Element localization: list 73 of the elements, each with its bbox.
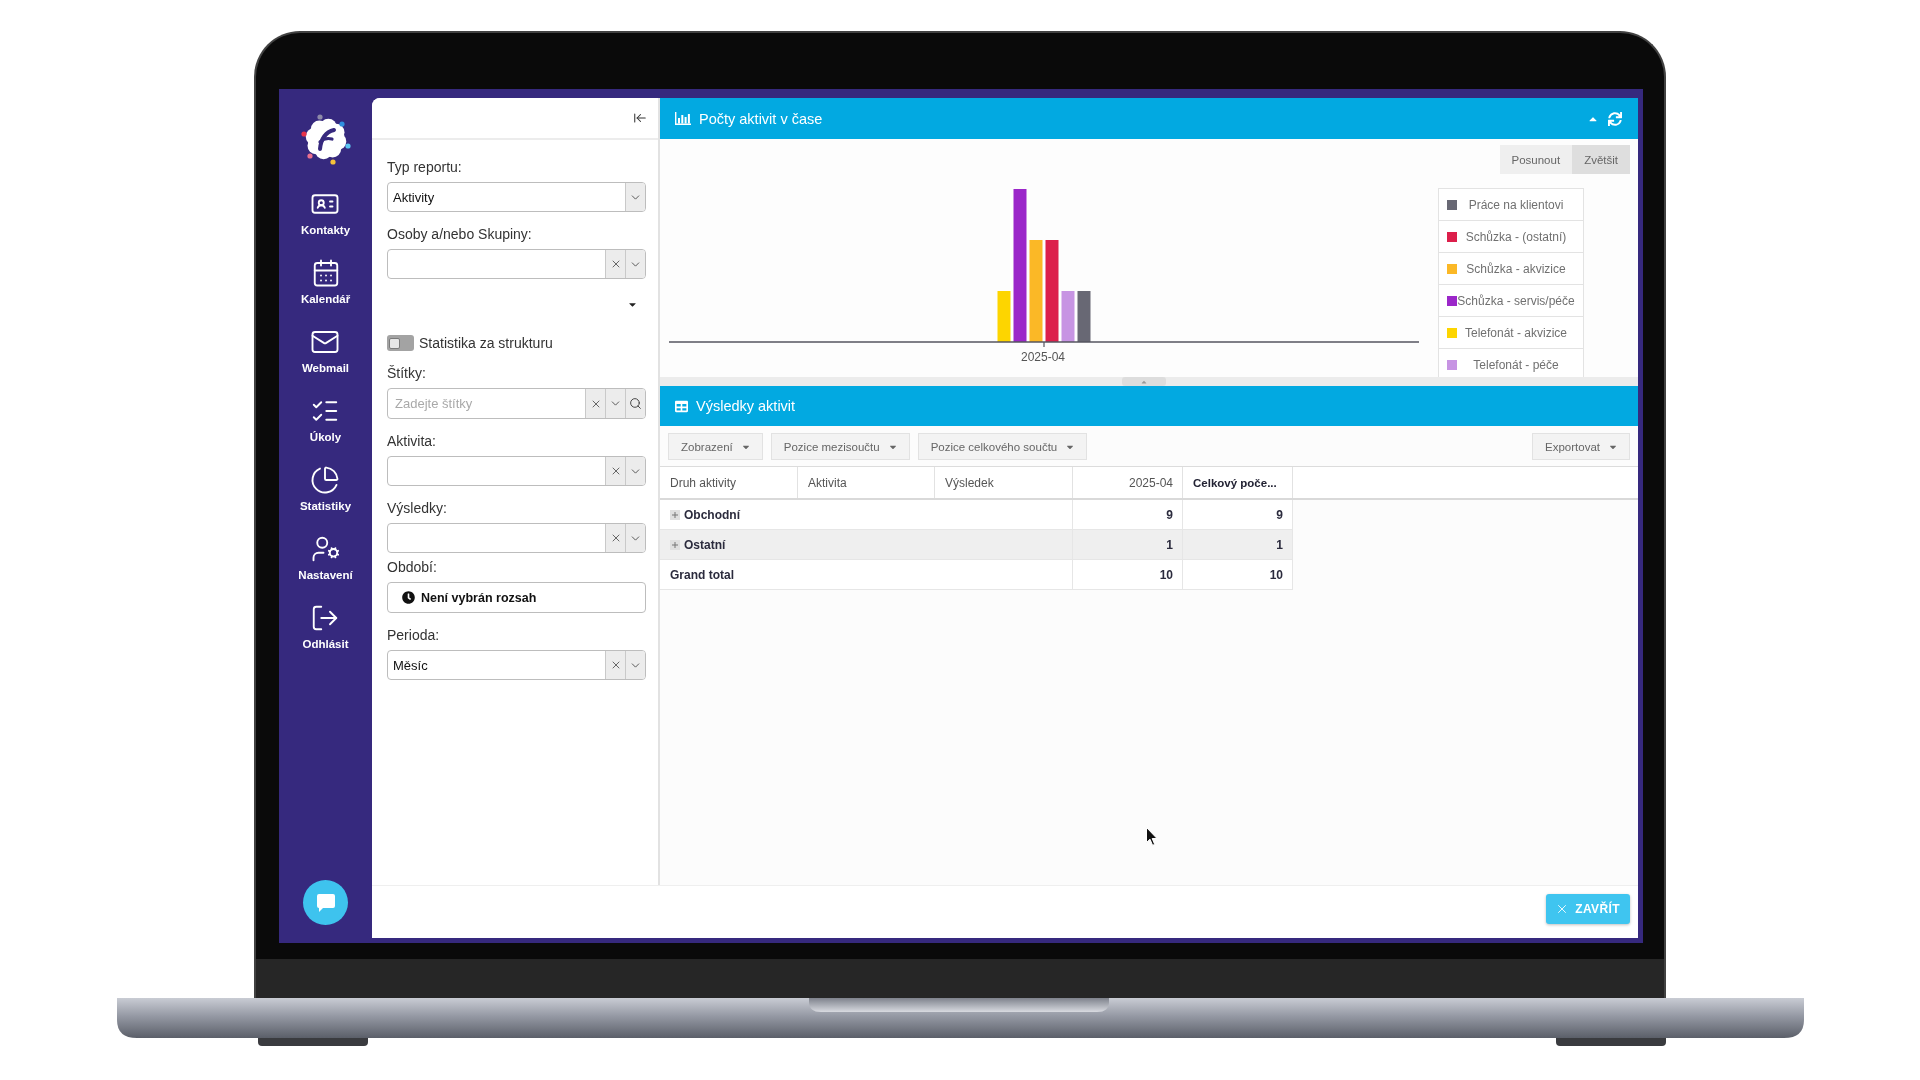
- clock-icon: [402, 591, 415, 604]
- speech-bubble-icon: [315, 892, 336, 913]
- column-header: Výsledek: [935, 467, 1073, 498]
- clear-button[interactable]: [605, 457, 625, 485]
- select-field[interactable]: [387, 249, 646, 279]
- field-label: Perioda:: [387, 627, 440, 643]
- select-field[interactable]: [387, 456, 646, 486]
- field-label: Štítky:: [387, 365, 426, 381]
- sidebar-item[interactable]: Odhlásit: [302, 603, 349, 651]
- clear-button[interactable]: [605, 651, 625, 679]
- plus-square-icon[interactable]: [670, 539, 680, 550]
- dropdown-button[interactable]: Zobrazení: [668, 433, 763, 460]
- field-label: Osoby a/nebo Skupiny:: [387, 226, 532, 242]
- dropdown-button[interactable]: Pozice celkového součtu: [917, 433, 1088, 460]
- sidebar-item[interactable]: Kontakty: [300, 189, 351, 237]
- panel-title: Výsledky aktivit: [696, 398, 796, 414]
- mode-button[interactable]: Zvětšit: [1572, 145, 1630, 174]
- dropdown-button[interactable]: [625, 457, 645, 485]
- sidebar-item[interactable]: Statistiky: [299, 465, 352, 513]
- user-gear-icon: [310, 534, 341, 564]
- table-icon: [675, 399, 688, 413]
- pie-chart-icon: [310, 465, 341, 495]
- panel-title: Počty aktivit v čase: [699, 110, 823, 127]
- field-label: Období:: [387, 559, 437, 575]
- column-header: 2025-04: [1073, 467, 1183, 498]
- field-label: Výsledky:: [387, 500, 447, 516]
- arrow-left-bar-icon[interactable]: [633, 111, 647, 125]
- field-label: Typ reportu:: [387, 159, 462, 175]
- dropdown-button[interactable]: [625, 651, 645, 679]
- mode-button[interactable]: Posunout: [1499, 145, 1573, 174]
- dropdown-button[interactable]: [625, 250, 645, 278]
- date-range-button[interactable]: Není vybrán rozsah: [387, 582, 646, 613]
- select-field[interactable]: Aktivity: [387, 182, 646, 212]
- table-cell: 10: [1073, 560, 1183, 590]
- legend-item[interactable]: Telefonát - akvizice: [1439, 317, 1583, 349]
- dropdown-button[interactable]: [625, 524, 645, 552]
- legend-item[interactable]: Schůzka - servis/péče: [1439, 285, 1583, 317]
- export-button[interactable]: Exportovat: [1532, 433, 1630, 460]
- resize-handle[interactable]: [1122, 377, 1166, 386]
- row-label: Obchodní: [684, 507, 740, 522]
- clear-button[interactable]: [585, 389, 605, 418]
- sidebar-item[interactable]: Webmail: [301, 327, 350, 375]
- tags-field[interactable]: Zadejte štítky: [387, 388, 646, 419]
- search-icon: [629, 397, 642, 410]
- search-button[interactable]: [625, 389, 645, 418]
- axis-label: 2025-04: [1020, 350, 1065, 364]
- dropdown-button[interactable]: [625, 183, 645, 211]
- tags-input[interactable]: Zadejte štítky: [388, 389, 585, 418]
- clear-button[interactable]: [605, 524, 625, 552]
- toggle-switch[interactable]: [387, 335, 414, 351]
- plus-square-icon[interactable]: [670, 509, 680, 520]
- legend-item[interactable]: Schůzka - akvizice: [1439, 253, 1583, 285]
- chat-button[interactable]: [303, 880, 348, 925]
- toggle-label: Statistika za strukturu: [419, 335, 553, 351]
- clear-button[interactable]: [605, 250, 625, 278]
- table-cell: 10: [1183, 560, 1293, 590]
- column-header: Druh aktivity: [660, 467, 798, 498]
- sidebar-item[interactable]: Kalendář: [300, 258, 351, 306]
- refresh-icon[interactable]: [1608, 111, 1622, 126]
- bar-chart-icon: [675, 112, 691, 125]
- row-label: Ostatní: [684, 537, 726, 552]
- dropdown-button[interactable]: Pozice mezisoučtu: [770, 433, 910, 460]
- sidebar-item[interactable]: Nastavení: [298, 534, 353, 582]
- select-field[interactable]: [387, 523, 646, 553]
- legend-item[interactable]: Schůzka - (ostatní): [1439, 221, 1583, 253]
- row-label: Grand total: [670, 567, 734, 582]
- field-label: Aktivita:: [387, 433, 436, 449]
- select-field[interactable]: Měsíc: [387, 650, 646, 680]
- column-header: Celkový poče...: [1183, 467, 1293, 498]
- sidebar-item[interactable]: Úkoly: [309, 396, 342, 444]
- legend-item[interactable]: Práce na klientovi: [1439, 189, 1583, 221]
- cursor-icon: [1146, 827, 1158, 846]
- column-header: Aktivita: [798, 467, 935, 498]
